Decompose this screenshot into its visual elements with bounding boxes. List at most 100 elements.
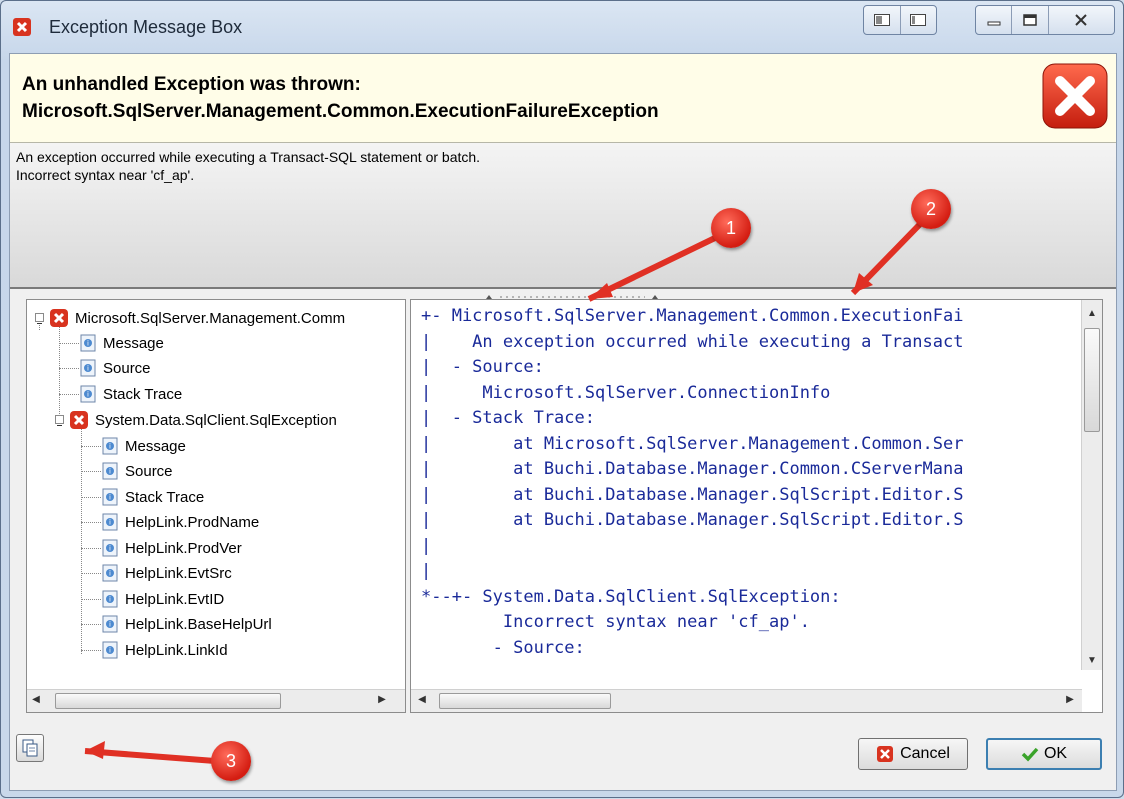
tree-node-sql-exception[interactable]: System.Data.SqlClient.SqlException: [69, 409, 337, 431]
scroll-right-icon[interactable]: ▶: [375, 694, 389, 705]
ok-button[interactable]: OK: [986, 738, 1102, 770]
callout-badge-3: 3: [211, 741, 251, 781]
detail-line: *--+- System.Data.SqlClient.SqlException…: [421, 587, 841, 607]
callout-badge-1: 1: [711, 208, 751, 248]
svg-text:i: i: [109, 443, 111, 451]
tree-node-label: Source: [125, 462, 173, 480]
svg-text:i: i: [109, 596, 111, 604]
svg-text:i: i: [109, 468, 111, 476]
info-doc-icon: i: [80, 385, 96, 403]
dialog-client-area: An unhandled Exception was thrown: Micro…: [9, 53, 1117, 791]
scroll-up-icon[interactable]: ▲: [1085, 308, 1099, 319]
detail-line: | at Buchi.Database.Manager.Common.CServ…: [421, 459, 964, 479]
info-doc-icon: i: [102, 488, 118, 506]
scroll-thumb[interactable]: [439, 693, 611, 709]
scroll-left-icon[interactable]: ◀: [415, 694, 429, 705]
tree-node-label: HelpLink.ProdName: [125, 513, 260, 531]
tree-node-label: Stack Trace: [103, 385, 183, 403]
layout-button-group: [863, 5, 937, 35]
tree-node-label: HelpLink.EvtSrc: [125, 564, 232, 582]
copy-icon: [22, 739, 38, 757]
detail-layout-icon[interactable]: [901, 6, 937, 34]
detail-line: | - Stack Trace:: [421, 408, 595, 428]
window-controls: [975, 5, 1115, 35]
detail-line: | at Buchi.Database.Manager.SqlScript.Ed…: [421, 510, 964, 530]
svg-text:i: i: [109, 621, 111, 629]
tree-node-label: System.Data.SqlClient.SqlException: [95, 411, 337, 429]
scroll-thumb[interactable]: [55, 693, 281, 709]
checkmark-icon: [1021, 747, 1039, 762]
title-bar[interactable]: Exception Message Box: [1, 1, 1123, 53]
header-title: An unhandled Exception was thrown:: [22, 74, 361, 95]
tree-node-label: HelpLink.BaseHelpUrl: [125, 615, 272, 633]
exception-message-area: An exception occurred while executing a …: [10, 143, 1116, 289]
scroll-right-icon[interactable]: ▶: [1063, 694, 1077, 705]
scroll-left-icon[interactable]: ◀: [29, 694, 43, 705]
scroll-down-icon[interactable]: ▼: [1085, 655, 1099, 666]
tree-node-root-exception[interactable]: Microsoft.SqlServer.Management.Comm: [49, 307, 345, 329]
copy-to-clipboard-button[interactable]: [16, 734, 44, 762]
svg-text:i: i: [109, 647, 111, 655]
info-doc-icon: i: [102, 539, 118, 557]
tree-node-label: HelpLink.EvtID: [125, 590, 225, 608]
exception-detail-text[interactable]: +- Microsoft.SqlServer.Management.Common…: [410, 299, 1103, 713]
info-doc-icon: i: [102, 564, 118, 582]
callout-badge-2: 2: [911, 189, 951, 229]
info-doc-icon: i: [102, 462, 118, 480]
svg-text:i: i: [109, 494, 111, 502]
info-doc-icon: i: [102, 641, 118, 659]
minimize-icon[interactable]: [976, 6, 1013, 34]
info-doc-icon: i: [102, 590, 118, 608]
svg-text:i: i: [87, 365, 89, 373]
tree-node-label: Message: [103, 334, 164, 352]
tree-horizontal-scrollbar[interactable]: ◀ ▶: [27, 689, 405, 712]
tree-node-message[interactable]: i Message: [79, 332, 164, 354]
tree-node-source[interactable]: i Source: [79, 357, 151, 379]
cancel-button[interactable]: Cancel: [858, 738, 968, 770]
error-icon: [1042, 63, 1108, 129]
detail-line: | Microsoft.SqlServer.ConnectionInfo: [421, 383, 831, 403]
collapse-toggle[interactable]: [35, 313, 44, 324]
detail-line: | at Buchi.Database.Manager.SqlScript.Ed…: [421, 485, 964, 505]
info-doc-icon: i: [80, 334, 96, 352]
restore-layout-icon[interactable]: [864, 6, 901, 34]
exception-header: An unhandled Exception was thrown: Micro…: [10, 54, 1116, 143]
error-icon: [70, 411, 88, 429]
tree-node-label: Source: [103, 359, 151, 377]
info-doc-icon: i: [102, 437, 118, 455]
maximize-icon[interactable]: [1012, 6, 1049, 34]
detail-line: - Source:: [421, 638, 585, 658]
tree-node-label: Message: [125, 437, 186, 455]
collapse-toggle[interactable]: [55, 415, 64, 426]
tree-node-label: HelpLink.ProdVer: [125, 539, 242, 557]
detail-vertical-scrollbar[interactable]: ▲ ▼: [1081, 300, 1102, 670]
detail-horizontal-scrollbar[interactable]: ◀ ▶: [411, 689, 1082, 712]
tree-node-helplink-evtsrc[interactable]: i HelpLink.EvtSrc: [101, 562, 232, 584]
exception-tree[interactable]: Microsoft.SqlServer.Management.Comm i Me…: [26, 299, 406, 713]
svg-text:i: i: [109, 545, 111, 553]
detail-line: | An exception occurred while executing …: [421, 332, 964, 352]
tree-node-label: Microsoft.SqlServer.Management.Comm: [75, 309, 346, 327]
tree-node-stack-trace[interactable]: i Stack Trace: [101, 486, 204, 508]
svg-text:i: i: [87, 391, 89, 399]
tree-node-helplink-linkid[interactable]: i HelpLink.LinkId: [101, 639, 228, 661]
error-icon: [50, 309, 68, 327]
tree-node-stack-trace[interactable]: i Stack Trace: [79, 383, 182, 405]
tree-node-message[interactable]: i Message: [101, 435, 186, 457]
tree-node-source[interactable]: i Source: [101, 460, 173, 482]
tree-node-helplink-basehelpurl[interactable]: i HelpLink.BaseHelpUrl: [101, 613, 272, 635]
tree-node-helplink-prodname[interactable]: i HelpLink.ProdName: [101, 511, 259, 533]
cancel-icon: [877, 746, 894, 762]
message-line-1: An exception occurred while executing a …: [16, 149, 481, 165]
info-doc-icon: i: [102, 615, 118, 633]
tree-node-helplink-prodver[interactable]: i HelpLink.ProdVer: [101, 537, 242, 559]
detail-line: +- Microsoft.SqlServer.Management.Common…: [421, 306, 964, 326]
detail-line: Incorrect syntax near 'cf_ap'.: [421, 612, 810, 632]
detail-line: | - Source:: [421, 357, 544, 377]
scroll-thumb[interactable]: [1084, 328, 1100, 432]
close-icon[interactable]: [1049, 6, 1114, 34]
svg-text:i: i: [109, 519, 111, 527]
tree-node-helplink-evtid[interactable]: i HelpLink.EvtID: [101, 588, 224, 610]
detail-line: |: [421, 536, 432, 556]
ok-label: OK: [1043, 745, 1068, 762]
